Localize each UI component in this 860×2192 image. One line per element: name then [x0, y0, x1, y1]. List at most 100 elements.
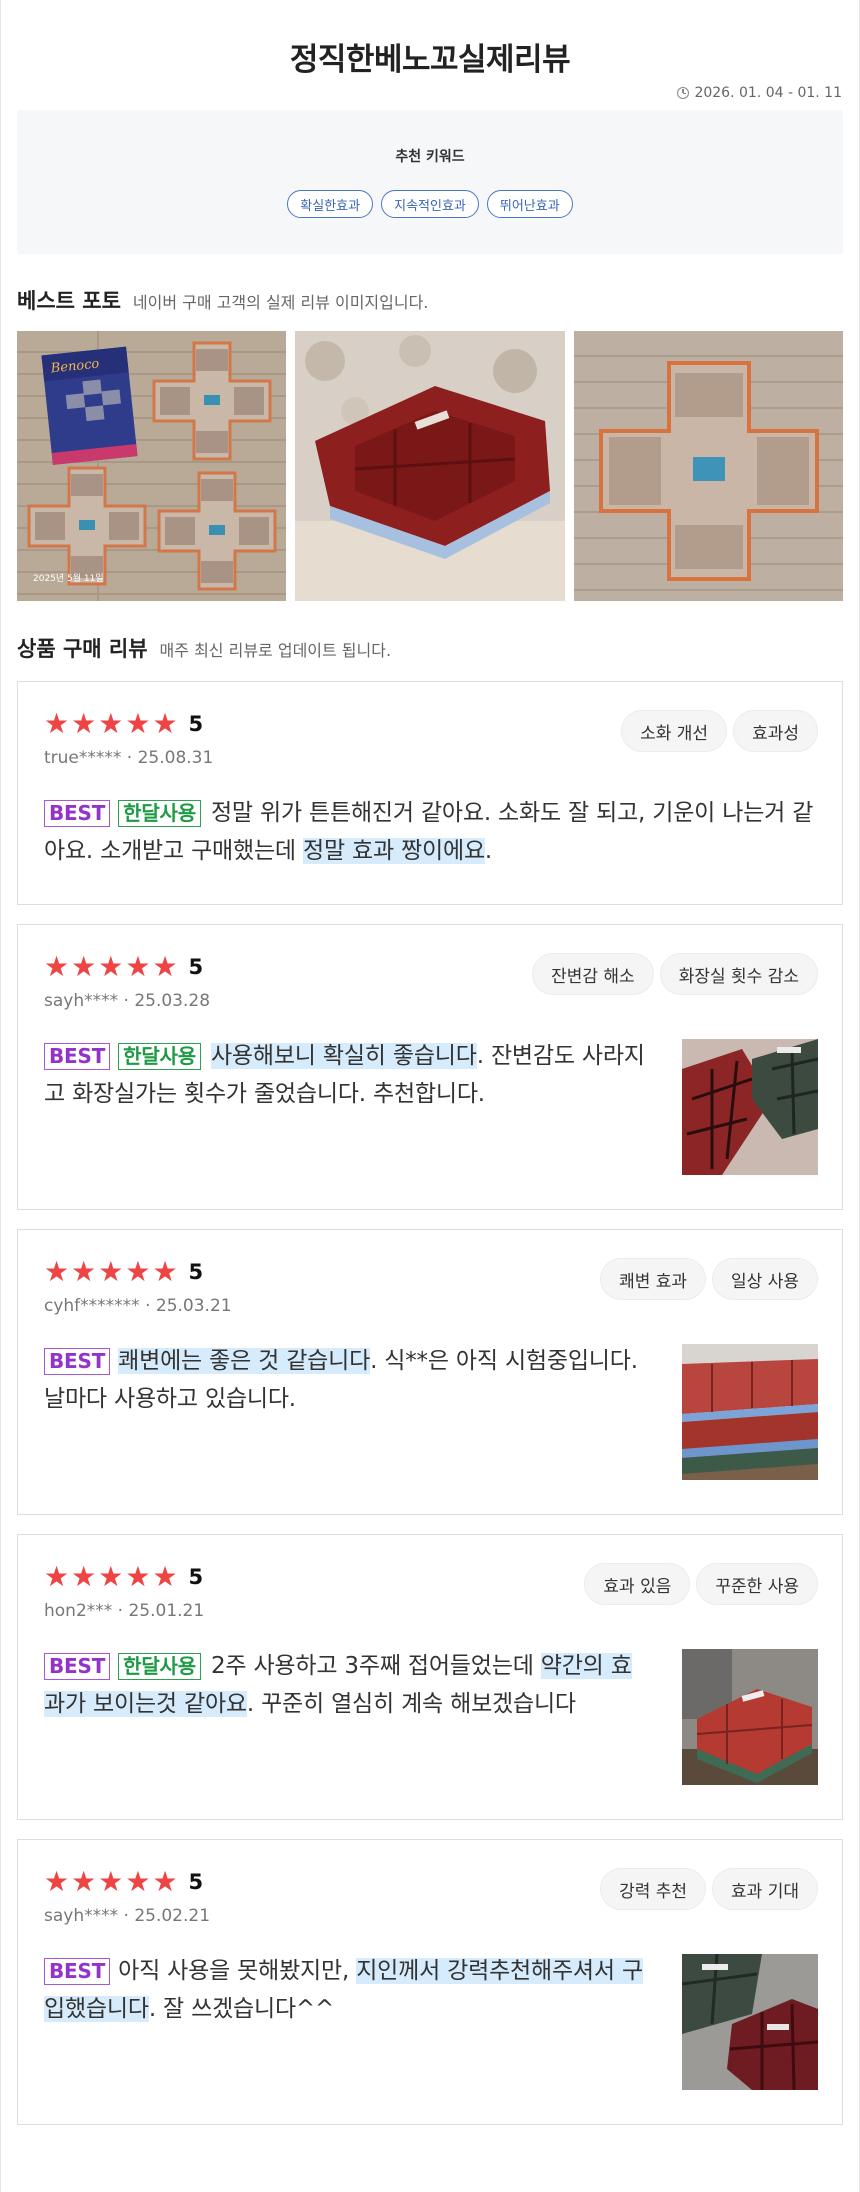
star-icon: ★ — [44, 1865, 70, 1898]
star-icon: ★ — [125, 1560, 151, 1593]
review-text-part: . 꾸준히 열심히 계속 해보겠습니다 — [246, 1691, 576, 1717]
review-meta: hon2*** · 25.01.21 — [44, 1601, 205, 1621]
star-icon: ★ — [125, 1865, 151, 1898]
review-text: BEST 한달사용 사용해보니 확실히 좋습니다. 잔변감도 사라지고 화장실가는 … — [44, 1037, 648, 1175]
star-icon: ★ — [98, 1560, 124, 1593]
best-photo-header: 베스트 포토 네이버 구매 고객의 실제 리뷰 이미지입니다. — [1, 285, 859, 315]
clock-icon — [677, 87, 690, 99]
keyword-chip-list: 확실한효과 지속적인효과 뛰어난효과 — [17, 190, 843, 218]
best-badge: BEST — [44, 1653, 111, 1680]
reviewer-name: hon2*** — [44, 1601, 113, 1621]
rating: ★ ★ ★ ★ ★ 5 — [44, 1258, 232, 1286]
review-tag[interactable]: 효과 기대 — [712, 1868, 818, 1910]
best-photo-gallery: Benoco 2025년 5월 11일 — [1, 331, 859, 601]
review-photo[interactable] — [682, 1649, 818, 1785]
review-meta: sayh**** · 25.03.28 — [44, 991, 211, 1011]
review-tag[interactable]: 효과 있음 — [584, 1563, 691, 1605]
reviewer-name: sayh**** — [44, 991, 119, 1011]
reviewer-name: cyhf******* — [44, 1296, 140, 1316]
reviewer-name: true***** — [44, 748, 122, 768]
star-icon: ★ — [44, 950, 70, 983]
review-tag[interactable]: 일상 사용 — [712, 1258, 818, 1300]
star-icon: ★ — [71, 1865, 97, 1898]
review-photo-image — [682, 1649, 818, 1785]
review-tag[interactable]: 효과성 — [733, 710, 818, 752]
review-meta: sayh**** · 25.02.21 — [44, 1906, 211, 1926]
review-date: 25.03.28 — [134, 991, 211, 1011]
keyword-chip[interactable]: 지속적인효과 — [381, 190, 479, 218]
review-tag[interactable]: 잔변감 해소 — [532, 953, 654, 995]
review-tag[interactable]: 쾌변 효과 — [600, 1258, 707, 1300]
rating: ★ ★ ★ ★ ★ 5 — [44, 1563, 204, 1591]
review-card[interactable]: ★ ★ ★ ★ ★ 5 sayh**** · 25.02.21 강력 추천 효과… — [17, 1839, 843, 2125]
star-icon: ★ — [152, 707, 178, 740]
review-date: 25.08.31 — [137, 748, 214, 768]
page-title: 정직한베노꼬실제리뷰 — [289, 42, 571, 78]
month-use-badge: 한달사용 — [118, 1653, 201, 1680]
review-card[interactable]: ★ ★ ★ ★ ★ 5 hon2*** · 25.01.21 효과 있음 꾸준한… — [17, 1534, 843, 1820]
rating-score: 5 — [188, 1565, 204, 1589]
best-badge: BEST — [44, 1958, 111, 1985]
star-icon: ★ — [125, 707, 151, 740]
review-photo[interactable] — [682, 1954, 818, 2090]
best-badge: BEST — [44, 1043, 111, 1070]
review-card[interactable]: ★ ★ ★ ★ ★ 5 true***** · 25.08.31 소화 개선 효… — [17, 681, 843, 905]
review-tag[interactable]: 화장실 횟수 감소 — [659, 953, 818, 995]
review-date: 25.01.21 — [128, 1601, 205, 1621]
star-icon: ★ — [71, 707, 97, 740]
rating: ★ ★ ★ ★ ★ 5 — [44, 1868, 210, 1896]
review-page: 정직한베노꼬실제리뷰 2026. 01. 04 - 01. 11 추천 키워드 … — [0, 0, 860, 2192]
review-tag[interactable]: 강력 추천 — [600, 1868, 707, 1910]
product-photo-image — [573, 331, 843, 601]
star-icon: ★ — [152, 950, 178, 983]
star-icon: ★ — [71, 1255, 97, 1288]
review-tags: 잔변감 해소 화장실 횟수 감소 — [532, 953, 818, 1011]
review-tag[interactable]: 소화 개선 — [621, 710, 728, 752]
review-photo[interactable] — [682, 1039, 818, 1175]
star-icon: ★ — [71, 1560, 97, 1593]
review-section-subheading: 매주 최신 리뷰로 업데이트 됩니다. — [159, 641, 392, 660]
star-icon: ★ — [98, 707, 124, 740]
keyword-title: 추천 키워드 — [395, 149, 465, 165]
date-range-text: 2026. 01. 04 - 01. 11 — [694, 85, 842, 101]
best-photo[interactable]: Benoco 2025년 5월 11일 — [17, 331, 287, 601]
star-icon: ★ — [44, 707, 70, 740]
rating-score: 5 — [188, 1260, 204, 1284]
star-icon: ★ — [125, 1255, 151, 1288]
star-icon: ★ — [152, 1865, 178, 1898]
review-date: 25.02.21 — [134, 1906, 211, 1926]
rating-score: 5 — [188, 712, 204, 736]
review-photo-image — [682, 1344, 818, 1480]
review-card[interactable]: ★ ★ ★ ★ ★ 5 cyhf******* · 25.03.21 쾌변 효과… — [17, 1229, 843, 1515]
month-use-badge: 한달사용 — [118, 800, 201, 827]
best-photo-heading: 베스트 포토 — [17, 289, 121, 313]
review-card[interactable]: ★ ★ ★ ★ ★ 5 sayh**** · 25.03.28 잔변감 해소 화… — [17, 924, 843, 1210]
best-photo[interactable] — [295, 331, 565, 601]
review-meta: true***** · 25.08.31 — [44, 748, 214, 768]
review-highlight: 사용해보니 확실히 좋습니다 — [210, 1043, 477, 1069]
reviewer-name: sayh**** — [44, 1906, 119, 1926]
date-range: 2026. 01. 04 - 01. 11 — [1, 82, 859, 104]
review-text-part: . 잘 쓰겠습니다^^ — [148, 1996, 335, 2022]
review-text-part: 2주 사용하고 3주째 접어들었는데 — [210, 1653, 541, 1679]
best-photo[interactable] — [573, 331, 843, 601]
rating-score: 5 — [188, 955, 204, 979]
review-text: BEST 한달사용 2주 사용하고 3주째 접어들었는데 약간의 효과가 보이는것 … — [44, 1647, 648, 1785]
month-use-badge: 한달사용 — [118, 1043, 201, 1070]
review-section-heading: 상품 구매 리뷰 — [17, 637, 148, 661]
keyword-chip[interactable]: 뛰어난효과 — [486, 190, 573, 218]
review-photo-image — [682, 1954, 818, 2090]
keyword-chip[interactable]: 확실한효과 — [287, 190, 374, 218]
review-text-part: . — [484, 838, 493, 864]
keyword-panel: 추천 키워드 확실한효과 지속적인효과 뛰어난효과 — [17, 110, 843, 254]
review-tags: 강력 추천 효과 기대 — [600, 1868, 818, 1926]
review-photo[interactable] — [682, 1344, 818, 1480]
review-tag[interactable]: 꾸준한 사용 — [696, 1563, 818, 1605]
product-photo-image — [295, 331, 565, 601]
review-text: BEST 한달사용 정말 위가 튼튼해진거 같아요. 소화도 잘 되고, 기운이 나… — [44, 794, 818, 870]
star-icon: ★ — [125, 950, 151, 983]
star-icon: ★ — [71, 950, 97, 983]
best-badge: BEST — [44, 800, 111, 827]
product-photo-image: Benoco 2025년 5월 11일 — [17, 331, 287, 601]
rating: ★ ★ ★ ★ ★ 5 — [44, 953, 210, 981]
